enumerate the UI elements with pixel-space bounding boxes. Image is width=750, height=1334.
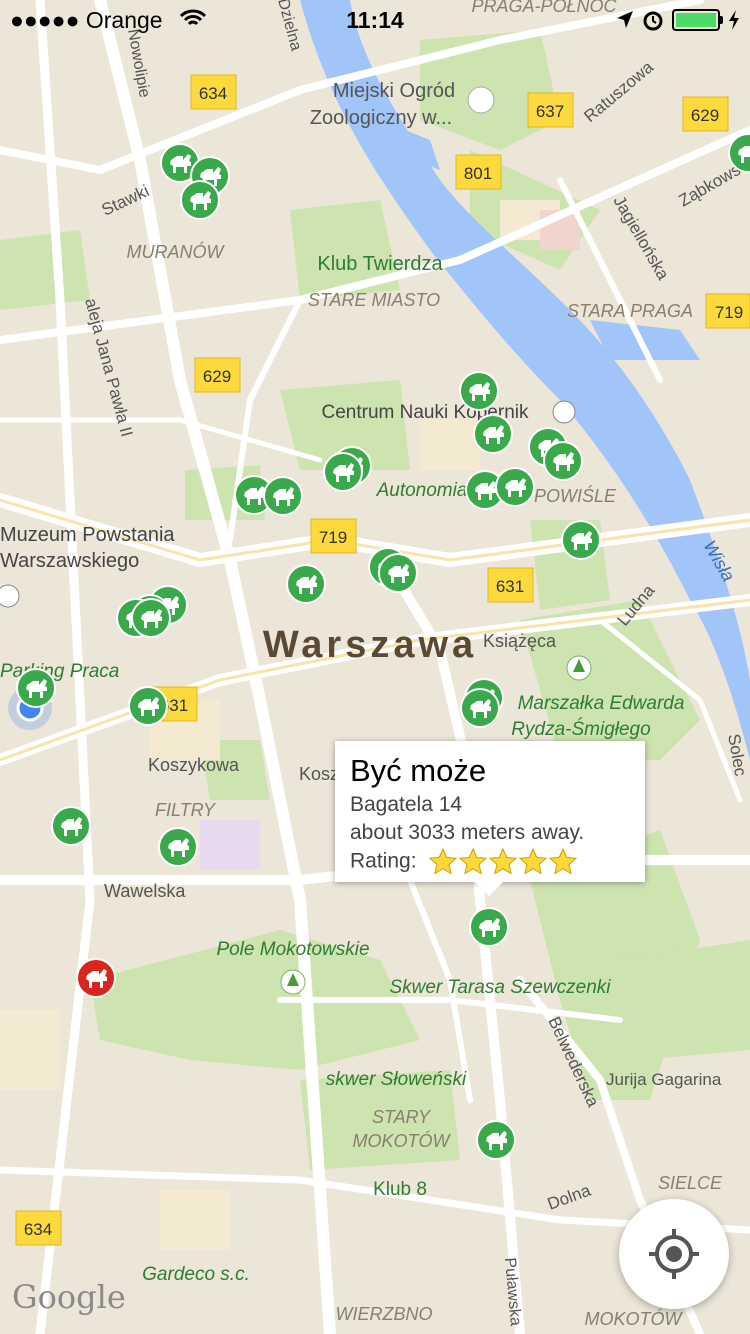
district-label: POWIŚLE — [534, 485, 617, 506]
callout-distance: about 3033 meters away. — [350, 821, 585, 844]
place-label: Klub Twierdza — [317, 253, 443, 275]
marker-info-callout[interactable]: Być może Bagatela 14 about 3033 meters a… — [335, 741, 645, 896]
place-label: Gardeco s.c. — [142, 1264, 250, 1285]
dog-park-marker[interactable] — [180, 180, 220, 220]
dog-park-marker[interactable] — [473, 414, 513, 454]
dog-park-marker[interactable] — [459, 371, 499, 411]
dog-park-marker[interactable] — [543, 441, 583, 481]
museum-icon — [552, 400, 576, 424]
rating-stars — [428, 847, 578, 877]
road-shield-label: 801 — [464, 164, 492, 183]
crosshair-location-icon — [649, 1229, 699, 1279]
dog-park-marker[interactable] — [16, 668, 56, 708]
dog-park-marker[interactable] — [378, 553, 418, 593]
dog-park-marker[interactable] — [131, 598, 171, 638]
callout-title: Być może — [350, 753, 487, 788]
street-label: Koszykowa — [148, 755, 240, 775]
district-label: STARE MIASTO — [308, 290, 440, 310]
my-location-button[interactable] — [619, 1199, 729, 1309]
museum-icon — [0, 584, 20, 608]
city-label: Warszawa — [263, 624, 477, 666]
road-shield-label: 719 — [319, 528, 347, 547]
place-label: Marszałka Edwarda — [518, 693, 685, 714]
road-shield: 634 — [15, 1210, 62, 1246]
place-label: Muzeum Powstania — [0, 524, 175, 546]
place-label: Miejski Ogród — [333, 80, 455, 102]
district-label: WIERZBNO — [336, 1304, 433, 1324]
district-label: STARY — [372, 1107, 432, 1127]
status-icons — [616, 6, 740, 34]
place-label: Autonomia — [376, 480, 468, 501]
street-label: Jurija Gagarina — [606, 1070, 722, 1089]
road-shield-label: 634 — [24, 1220, 52, 1239]
road-shield: 719 — [705, 293, 750, 329]
district-label: MURANÓW — [127, 241, 226, 262]
road-shield-label: 637 — [536, 102, 564, 121]
road-shield-label: 719 — [715, 303, 743, 322]
rating-star-icon — [429, 847, 458, 875]
road-shield: 637 — [527, 92, 574, 128]
district-label: MOKOTÓW — [353, 1130, 452, 1151]
road-shield: 631 — [487, 567, 534, 603]
road-shield-label: 631 — [496, 577, 524, 596]
place-label: skwer Słoweński — [326, 1069, 467, 1090]
zoo-icon — [467, 86, 495, 114]
callout-rating-label: Rating: — [350, 849, 417, 873]
dog-park-marker-selected[interactable] — [76, 958, 116, 998]
place-label: Skwer Tarasa Szewczenki — [389, 977, 611, 998]
district-label: SIELCE — [658, 1173, 723, 1193]
dog-park-marker[interactable] — [158, 827, 198, 867]
callout-rating-row: Rating: — [350, 847, 578, 877]
rating-star-icon — [519, 847, 548, 875]
rating-star-icon — [489, 847, 518, 875]
google-attribution: Google — [12, 1278, 126, 1316]
place-label: Książęca — [483, 631, 557, 651]
status-bar: ●●●●● Orange 11:14 — [0, 0, 750, 40]
rating-star-icon — [459, 847, 488, 875]
road-shield: 634 — [190, 74, 237, 110]
road-shield-label: 629 — [203, 367, 231, 386]
dog-park-marker[interactable] — [51, 806, 91, 846]
dog-park-marker[interactable] — [495, 467, 535, 507]
road-shield-label: 634 — [199, 84, 227, 103]
place-label: Zoologiczny w... — [310, 107, 452, 129]
location-arrow-icon — [617, 11, 633, 28]
dog-park-marker[interactable] — [561, 520, 601, 560]
road-shield-label: 629 — [691, 106, 719, 125]
charging-bolt-icon — [729, 10, 739, 30]
district-label: FILTRY — [155, 800, 217, 820]
place-label: Rydza-Śmigłego — [511, 718, 650, 740]
callout-address: Bagatela 14 — [350, 793, 463, 816]
dog-park-marker[interactable] — [323, 452, 363, 492]
place-label: Pole Mokotowskie — [216, 939, 369, 960]
place-label: Parking Praca — [0, 661, 119, 682]
map-view[interactable]: 634 637 629 801 719 629 719 631 631 634 … — [0, 0, 750, 1334]
rating-star-icon — [549, 847, 578, 875]
alarm-clock-icon — [643, 11, 663, 31]
road-shield: 629 — [682, 96, 729, 132]
street-label: Kosz — [299, 764, 339, 784]
district-label: STARA PRAGA — [567, 301, 693, 321]
dog-park-marker[interactable] — [460, 688, 500, 728]
dog-park-marker[interactable] — [263, 476, 303, 516]
place-label: Warszawskiego — [0, 550, 139, 572]
street-label: Wawelska — [104, 881, 186, 901]
wifi-icon — [180, 9, 206, 26]
dog-park-marker[interactable] — [476, 1120, 516, 1160]
dog-park-marker[interactable] — [286, 564, 326, 604]
dog-park-marker[interactable] — [469, 907, 509, 947]
battery-icon — [672, 9, 723, 31]
dog-park-marker[interactable] — [128, 686, 168, 726]
place-label: Klub 8 — [373, 1179, 427, 1200]
district-label: MOKOTÓW — [585, 1308, 684, 1329]
road-shield: 629 — [194, 357, 241, 393]
road-shield: 719 — [310, 518, 357, 554]
road-shield: 801 — [455, 154, 502, 190]
